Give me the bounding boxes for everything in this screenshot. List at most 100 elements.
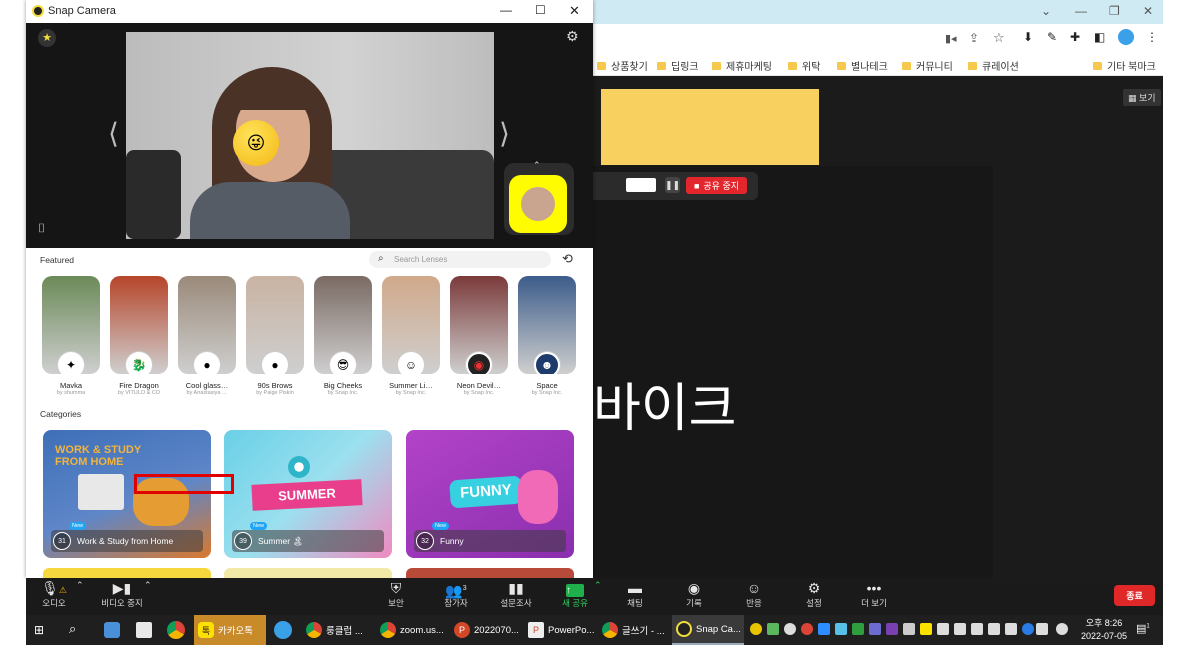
tray-icon[interactable] — [784, 623, 796, 635]
maximize-button[interactable]: ❐ — [1109, 4, 1120, 18]
tray-icon[interactable] — [954, 623, 966, 635]
category-card-work-study[interactable]: WORK & STUDY FROM HOME New 31 Work & Study… — [43, 430, 211, 558]
sidepanel-icon[interactable]: ◧ — [1094, 30, 1105, 44]
bookmark-item[interactable]: 딥링크 — [657, 58, 699, 73]
taskbar-app-kakaotalk[interactable]: 톡 카카오톡 — [194, 615, 266, 645]
bookmark-item[interactable]: 상품찾기 — [597, 58, 648, 73]
lens-item[interactable]: ● Cool glass… by Anastasiya … — [178, 276, 236, 396]
polls-button[interactable]: ▮▮ 설문조사 — [486, 580, 546, 609]
download-icon[interactable]: ⬇ — [1023, 30, 1033, 44]
nvidia-tray-icon[interactable] — [767, 623, 779, 635]
volume-tray-icon[interactable] — [1005, 623, 1017, 635]
view-button[interactable]: ▦ 보기 — [1123, 89, 1161, 106]
video-options-chevron-icon[interactable]: ⌃ — [144, 580, 152, 591]
lens-item[interactable]: ✦ Mavka by shumma — [42, 276, 100, 396]
chevron-up-icon[interactable]: ⌃ — [533, 160, 541, 171]
camera-icon[interactable]: ⌷ — [38, 221, 45, 236]
tray-icon[interactable] — [835, 623, 847, 635]
previous-lens-arrow[interactable]: ⟨ — [108, 117, 119, 150]
bookmark-item[interactable]: 별나테크 — [837, 58, 888, 73]
chevron-down-icon[interactable]: ⌄ — [1041, 4, 1051, 18]
kakaotalk-tray-icon[interactable] — [920, 623, 932, 635]
history-icon[interactable]: ⟲ — [562, 251, 573, 267]
notepad-icon[interactable] — [136, 622, 152, 638]
end-meeting-button[interactable]: 종료 — [1114, 585, 1155, 606]
taskbar-clock[interactable]: 오후 8:26 2022-07-05 — [1081, 617, 1127, 643]
category-card-peek[interactable] — [406, 568, 574, 578]
pause-icon[interactable]: ❚❚ — [665, 177, 680, 193]
taskbar-app-chrome[interactable]: 글쓰기 - ... — [598, 615, 670, 645]
tray-icon[interactable] — [903, 623, 915, 635]
keyboard-tray-icon[interactable] — [1036, 623, 1048, 635]
usb-tray-icon[interactable] — [988, 623, 1000, 635]
chrome-icon[interactable] — [167, 621, 185, 639]
tray-icon[interactable] — [869, 623, 881, 635]
share-options-chevron-icon[interactable]: ⌃ — [594, 580, 602, 591]
bookmark-item[interactable]: 큐레이션 — [968, 58, 1019, 73]
chat-button[interactable]: ▬ 채팅 — [605, 580, 665, 609]
bluetooth-tray-icon[interactable] — [1022, 623, 1034, 635]
tray-icon[interactable] — [852, 623, 864, 635]
settings-gear-icon[interactable]: ⚙ — [566, 28, 579, 45]
star-icon[interactable]: ☆ — [993, 30, 1005, 46]
tray-icon[interactable] — [971, 623, 983, 635]
more-button[interactable]: ••• 더 보기 — [844, 580, 904, 609]
favorites-star-icon[interactable]: ★ — [38, 29, 56, 47]
lens-item[interactable]: ● 90s Brows by Paige Piskin — [246, 276, 304, 396]
video-button[interactable]: ▶▮ 비디오 중지 — [92, 580, 152, 609]
category-card-summer[interactable]: SUMMER New 39 Summer 🏝 — [224, 430, 392, 558]
category-card-funny[interactable]: FUNNY New 32 Funny — [406, 430, 574, 558]
taskbar-app-chrome[interactable]: zoom.us... — [376, 615, 448, 645]
share-thumbnail[interactable] — [626, 178, 656, 192]
lens-item[interactable]: 😎 Big Cheeks by Snap Inc. — [314, 276, 372, 396]
snapcode-panel[interactable]: ⌃ — [504, 160, 574, 235]
extensions-icon[interactable]: ✚ — [1070, 30, 1080, 44]
close-button[interactable]: ✕ — [569, 3, 580, 19]
bookmark-item[interactable]: 위탁 — [788, 58, 820, 73]
reactions-button[interactable]: ☺ 반응 — [724, 580, 784, 609]
taskbar-app-chrome[interactable]: 룽클럽 ... — [302, 615, 374, 645]
category-card-peek[interactable] — [43, 568, 211, 578]
windows-start-icon[interactable]: ⊞ — [34, 623, 44, 637]
close-button[interactable]: ✕ — [1143, 4, 1153, 18]
record-button[interactable]: ◉ 기록 — [664, 580, 724, 609]
pen-icon[interactable]: ✎ — [1047, 30, 1057, 44]
bookmark-other[interactable]: 기타 북마크 — [1093, 58, 1156, 73]
stop-icon: ■ — [693, 180, 700, 191]
bookmark-item[interactable]: 커뮤니티 — [902, 58, 953, 73]
search-input[interactable]: ⌕ Search Lenses — [369, 251, 551, 268]
settings-button[interactable]: ⚙ 설정 — [784, 580, 844, 609]
stop-share-button[interactable]: ■ 공유 중지 — [686, 177, 747, 194]
minimize-button[interactable]: — — [500, 3, 512, 17]
tray-icon[interactable] — [1056, 623, 1068, 635]
taskbar-app-powerpoint[interactable]: P PowerPo... — [524, 615, 596, 645]
tray-icon[interactable] — [750, 623, 762, 635]
shield-tray-icon[interactable] — [937, 623, 949, 635]
twitter-icon[interactable] — [274, 621, 292, 639]
search-icon[interactable]: ⌕ — [69, 621, 76, 637]
lens-item[interactable]: ☺ Summer Li… by Snap Inc. — [382, 276, 440, 396]
avatar[interactable] — [1118, 29, 1134, 45]
lens-item[interactable]: ☻ Space by Snap Inc. — [518, 276, 576, 396]
taskbar-app-snap-camera[interactable]: Snap Ca... — [672, 615, 744, 645]
audio-button[interactable]: 🎙⚠ 오디오 — [24, 580, 84, 609]
lens-item[interactable]: ◉ Neon Devil… by Snap Inc. — [450, 276, 508, 396]
camera-icon[interactable]: ▮◂ — [945, 32, 957, 45]
participants-button[interactable]: 👥3 참가자 — [426, 580, 486, 609]
zoom-tray-icon[interactable] — [818, 623, 830, 635]
security-button[interactable]: ⛨ 보안 — [366, 580, 426, 609]
share-icon[interactable]: ⇪ — [969, 31, 979, 45]
lens-item[interactable]: 🐉 Fire Dragon by VITULO & CO — [110, 276, 168, 396]
notification-icon[interactable]: ▤1 — [1136, 622, 1150, 635]
audio-options-chevron-icon[interactable]: ⌃ — [76, 580, 84, 591]
next-lens-arrow[interactable]: ⟩ — [499, 117, 510, 150]
menu-icon[interactable]: ⋮ — [1146, 30, 1158, 44]
maximize-button[interactable]: ☐ — [535, 3, 546, 17]
category-card-peek[interactable] — [224, 568, 392, 578]
bookmark-item[interactable]: 제휴마케팅 — [712, 58, 772, 73]
onenote-tray-icon[interactable] — [886, 623, 898, 635]
chrome-tray-icon[interactable] — [801, 623, 813, 635]
snipping-tool-icon[interactable] — [104, 622, 120, 638]
taskbar-app-powerpoint[interactable]: P 2022070... — [450, 615, 522, 645]
minimize-button[interactable]: — — [1075, 4, 1087, 18]
